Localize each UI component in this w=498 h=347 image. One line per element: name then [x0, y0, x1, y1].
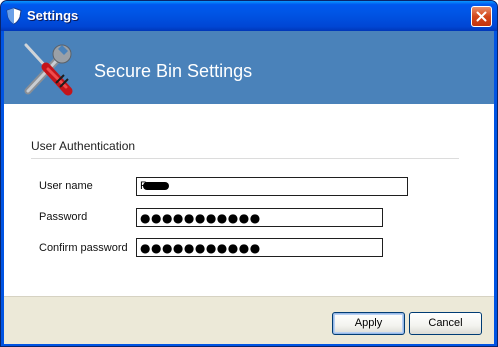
dialog-body: Secure Bin Settings User Authentication … [4, 31, 494, 344]
shield-icon [6, 7, 22, 25]
title-bar[interactable]: Settings [1, 1, 497, 31]
banner-title: Secure Bin Settings [94, 61, 253, 81]
password-value: ●●●●●●●●●●● [140, 211, 261, 225]
confirm-password-input[interactable]: ●●●●●●●●●●● [136, 238, 383, 257]
redaction-mark [143, 182, 169, 190]
tools-icon [18, 39, 78, 99]
username-label: User name [39, 180, 93, 192]
password-label: Password [39, 211, 88, 223]
confirm-password-value: ●●●●●●●●●●● [140, 241, 261, 255]
username-input[interactable]: R [136, 177, 408, 196]
close-button[interactable] [471, 6, 492, 27]
section-divider [31, 158, 459, 159]
cancel-button[interactable]: Cancel [409, 312, 482, 335]
section-title: User Authentication [31, 139, 136, 153]
apply-button[interactable]: Apply [332, 312, 405, 335]
password-input[interactable]: ●●●●●●●●●●● [136, 208, 383, 227]
settings-window: Settings Secure Bin Settings User Authen… [0, 0, 498, 347]
button-bar: Apply Cancel [4, 296, 494, 344]
close-icon [476, 11, 487, 22]
window-title: Settings [27, 8, 79, 23]
header-banner: Secure Bin Settings [4, 31, 494, 104]
confirm-password-label: Confirm password [39, 242, 128, 254]
